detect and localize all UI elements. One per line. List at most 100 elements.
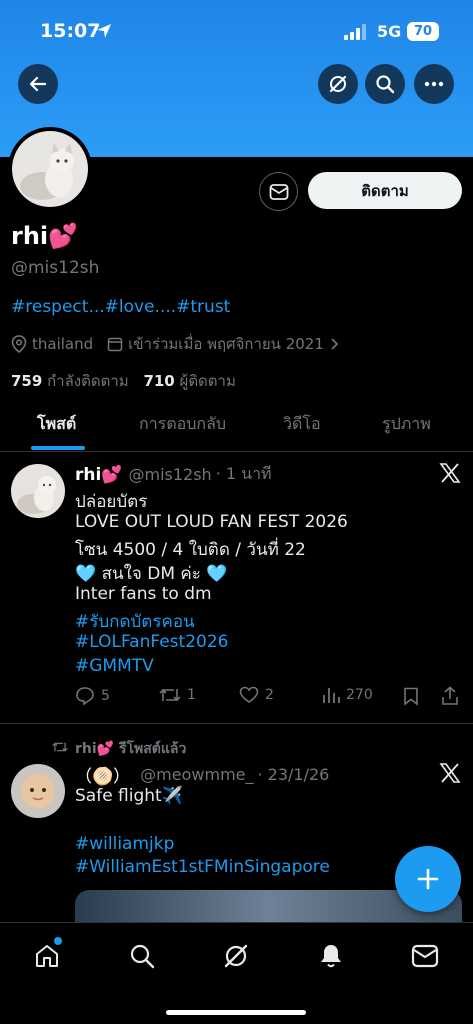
followers-link[interactable]: 710 ผู้ติดตาม (143, 372, 235, 390)
post-text-line: LOVE OUT LOUD FAN FEST 2026 (75, 512, 348, 532)
more-button[interactable] (414, 64, 454, 104)
repost-indicator: rhi💕 รีโพสต์แล้ว (52, 738, 186, 760)
status-time: 15:07 (40, 20, 101, 42)
views-count: 270 (346, 687, 373, 703)
grok-button[interactable] (318, 64, 358, 104)
post-header: （🫓） @meowmme_ · 23/1/26 (75, 762, 329, 787)
followers-count: 710 (143, 372, 175, 390)
profile-joined: เข้าร่วมเมื่อ พฤศจิกายน 2021 (128, 335, 324, 353)
heart-icon (239, 686, 259, 703)
envelope-icon (411, 944, 439, 968)
post-time: · 1 นาที (215, 464, 272, 483)
signal-icon (344, 24, 366, 40)
hashtag-link[interactable]: #GMMTV (75, 656, 154, 676)
nav-grok[interactable] (219, 939, 253, 973)
hashtag-link[interactable]: #WilliamEst1stFMinSingapore (75, 857, 330, 877)
nav-notifications[interactable] (314, 939, 348, 973)
search-icon (130, 944, 155, 969)
profile-stats: 759 กำลังติดตาม 710 ผู้ติดตาม (11, 369, 236, 393)
nav-home[interactable] (30, 937, 64, 973)
battery-icon: 70 (407, 22, 439, 41)
post-text-line: 🩵 สนใจ DM ค่ะ 🩵 (75, 564, 228, 584)
reply-button[interactable]: 5 (75, 686, 110, 706)
reply-count: 5 (101, 688, 110, 704)
post-avatar[interactable] (11, 464, 65, 518)
notification-dot (54, 937, 62, 945)
post-author-handle[interactable]: @mis12sh (128, 465, 211, 484)
back-arrow-icon (29, 76, 47, 92)
profile-name: rhi💕 (11, 222, 79, 250)
battery-level: 70 (413, 24, 433, 39)
share-icon[interactable] (441, 686, 459, 706)
chevron-right-icon[interactable] (330, 338, 338, 350)
calendar-icon (107, 337, 123, 352)
search-button[interactable] (365, 64, 405, 104)
views-bar-chart-icon (323, 688, 340, 703)
post-time: · 23/1/26 (257, 765, 330, 784)
bottom-nav (0, 922, 473, 1024)
doll-photo (11, 764, 65, 818)
hashtag-link[interactable]: #williamjkp (75, 834, 174, 854)
home-indicator (166, 1010, 306, 1015)
repost-icon (52, 742, 68, 752)
following-label: กำลังติดตาม (47, 372, 129, 390)
repost-button[interactable]: 1 (159, 686, 196, 704)
hashtag-link[interactable]: #LOLFanFest2026 (75, 632, 228, 652)
compose-button[interactable] (395, 846, 461, 912)
profile-meta: thailand เข้าร่วมเมื่อ พฤศจิกายน 2021 (11, 332, 338, 356)
reply-icon (76, 687, 94, 706)
tabs-divider (0, 451, 473, 452)
profile-avatar[interactable] (8, 127, 92, 211)
network-label: 5G (377, 22, 402, 41)
post-text-line: โซน 4500 / 4 ใบติด / วันที่ 22 (75, 540, 306, 560)
plus-icon (417, 868, 439, 890)
following-link[interactable]: 759 กำลังติดตาม (11, 372, 129, 390)
x-logo-icon (439, 463, 461, 483)
post-author-handle[interactable]: @meowmme_ (140, 765, 253, 784)
home-icon (36, 945, 58, 967)
envelope-icon (269, 183, 288, 200)
post-author-name[interactable]: （🫓） (75, 762, 130, 787)
cat-photo (11, 464, 65, 518)
nav-search[interactable] (125, 939, 159, 973)
repost-icon (159, 688, 181, 702)
tab-videos[interactable]: วิดีโอ (283, 412, 321, 437)
post-text: Safe flight✈️ (75, 786, 183, 806)
location-arrow-icon (97, 24, 111, 38)
nav-messages[interactable] (408, 939, 442, 973)
bell-icon (321, 945, 341, 968)
tab-photos[interactable]: รูปภาพ (382, 412, 431, 437)
profile-location: thailand (32, 335, 94, 353)
grok-icon (329, 75, 347, 93)
views-button[interactable]: 270 (322, 686, 373, 704)
message-button[interactable] (259, 172, 298, 211)
post-header: rhi💕 @mis12sh · 1 นาที (75, 462, 272, 487)
follow-button[interactable]: ติดตาม (308, 172, 462, 209)
repost-count: 1 (187, 687, 196, 703)
post-divider (0, 723, 473, 724)
back-button[interactable] (18, 64, 58, 104)
following-count: 759 (11, 372, 43, 390)
active-tab-indicator (31, 446, 85, 450)
post-text-line: Inter fans to dm (75, 584, 212, 604)
tab-posts[interactable]: โพสต์ (37, 412, 76, 437)
profile-handle: @mis12sh (11, 258, 100, 278)
post-author-name[interactable]: rhi💕 (75, 465, 122, 485)
cat-photo (12, 131, 88, 207)
bookmark-icon[interactable] (403, 687, 419, 706)
more-dots-icon (424, 81, 444, 87)
post-text-line: ปล่อยบัตร (75, 492, 148, 512)
search-icon (376, 75, 395, 94)
followers-label: ผู้ติดตาม (179, 372, 236, 390)
profile-bio[interactable]: #respect...#love....#trust (11, 297, 230, 317)
tab-replies[interactable]: การตอบกลับ (139, 412, 226, 437)
post-avatar[interactable] (11, 764, 65, 818)
hashtag-link[interactable]: #รับกดบัตรคอน (75, 608, 195, 635)
repost-label[interactable]: rhi💕 รีโพสต์แล้ว (75, 738, 186, 760)
grok-icon (224, 944, 248, 968)
like-count: 2 (265, 687, 274, 703)
location-pin-icon (11, 335, 27, 353)
like-button[interactable]: 2 (239, 686, 274, 704)
x-logo-icon (439, 763, 461, 783)
status-bar: 15:07 5G 70 (0, 20, 473, 44)
